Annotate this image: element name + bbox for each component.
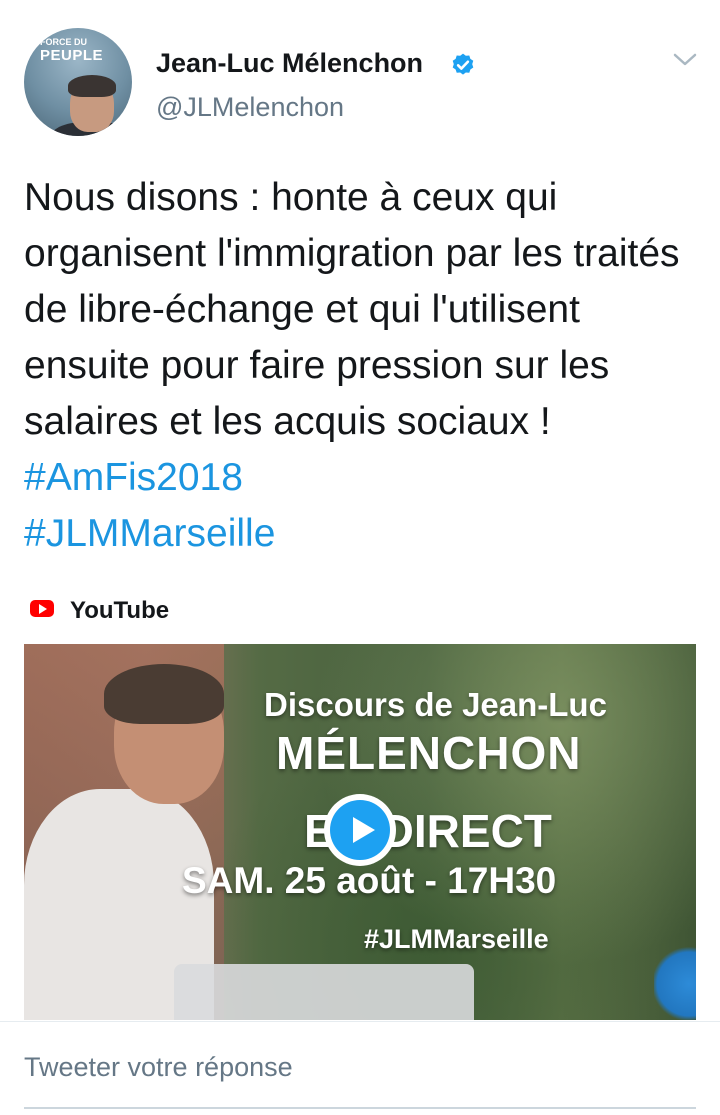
reply-input[interactable]: Tweeter votre réponse xyxy=(24,1052,293,1083)
card-source: YouTube xyxy=(70,597,170,624)
tweet-body: Nous disons : honte à ceux qui organisen… xyxy=(24,176,680,443)
reply-input-underline xyxy=(24,1107,696,1109)
chevron-down-icon[interactable] xyxy=(672,50,698,70)
play-button[interactable] xyxy=(324,794,396,866)
play-icon xyxy=(330,800,390,860)
video-overlay-line5: #JLMMarseille xyxy=(364,924,549,954)
hashtag-link[interactable]: #AmFis2018 xyxy=(24,456,243,499)
video-overlay-line4: SAM. 25 août - 17H30 xyxy=(182,860,557,901)
avatar[interactable]: FORCE DU PEUPLE xyxy=(24,28,132,136)
video-overlay-line2: MÉLENCHON xyxy=(276,727,582,779)
video-overlay-line1: Discours de Jean-Luc xyxy=(264,686,607,723)
hashtag-link[interactable]: #JLMMarseille xyxy=(24,512,275,555)
author-handle[interactable]: @JLMelenchon xyxy=(156,92,344,123)
author-name[interactable]: Jean-Luc Mélenchon xyxy=(156,48,423,79)
podium xyxy=(174,964,474,1020)
speaker-hair xyxy=(104,664,224,724)
avatar-hair xyxy=(68,75,116,97)
tweet-text: Nous disons : honte à ceux qui organisen… xyxy=(24,170,696,562)
tweet: FORCE DU PEUPLE Jean-Luc Mélenchon @JLMe… xyxy=(0,0,720,1115)
verified-badge-icon xyxy=(452,53,474,75)
video-card[interactable]: Discours de Jean-Luc MÉLENCHON EN DIRECT… xyxy=(24,644,696,1020)
avatar-logo-text: FORCE DU PEUPLE xyxy=(40,37,104,64)
divider xyxy=(0,1021,720,1022)
youtube-logo-icon xyxy=(30,600,54,617)
flowers xyxy=(654,944,696,1020)
